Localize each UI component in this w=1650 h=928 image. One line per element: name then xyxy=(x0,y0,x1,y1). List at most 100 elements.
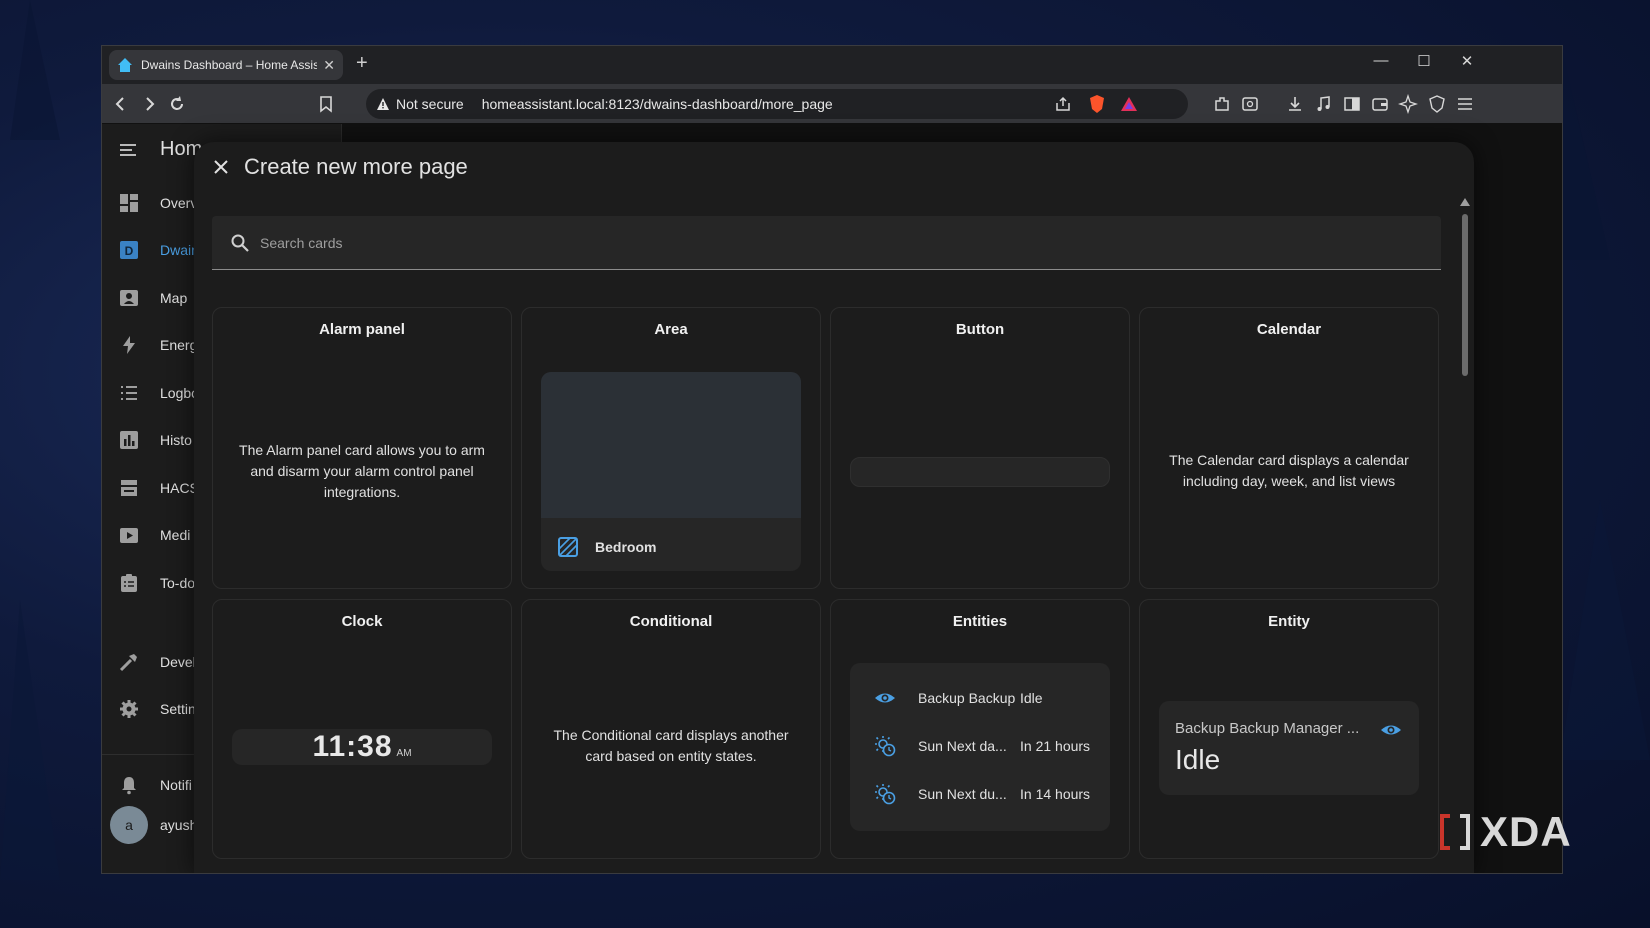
texture-box-icon xyxy=(558,537,578,557)
sidebar-item-hacs[interactable]: HACS xyxy=(118,473,199,503)
eye-icon xyxy=(1381,725,1401,735)
tab-close-icon[interactable]: ✕ xyxy=(323,57,335,74)
forward-icon[interactable] xyxy=(139,94,159,114)
title-bar: Dwains Dashboard – Home Assis ✕ + — ☐ ✕ xyxy=(102,46,1562,84)
area-name: Bedroom xyxy=(595,539,657,555)
card-title: Entities xyxy=(952,613,1008,630)
card-description: The Conditional card displays another ca… xyxy=(553,727,789,764)
sidebar-item-label: Map xyxy=(160,290,188,306)
brave-shields-icon[interactable] xyxy=(1088,94,1106,117)
browser-window: Dwains Dashboard – Home Assis ✕ + — ☐ ✕ … xyxy=(101,45,1563,874)
scrollbar-thumb[interactable] xyxy=(1462,214,1468,376)
card-option-entity[interactable]: Entity Backup Backup Manager ... Idle xyxy=(1139,599,1439,859)
dialog-title: Create new more page xyxy=(244,154,468,179)
hacs-icon xyxy=(121,480,137,496)
reload-icon[interactable] xyxy=(167,94,187,114)
area-image-placeholder xyxy=(541,372,801,518)
sidebar-item-energy[interactable]: Energ xyxy=(118,330,197,360)
card-option-button[interactable]: Button xyxy=(830,307,1130,589)
button-card-preview xyxy=(850,457,1110,487)
sun-clock-icon xyxy=(875,784,896,805)
bell-icon xyxy=(122,777,136,795)
sidebar-item-settings[interactable]: Settin xyxy=(118,694,196,724)
url-text: homeassistant.local:8123/dwains-dashboar… xyxy=(481,96,833,112)
leo-ai-icon[interactable] xyxy=(1397,93,1419,115)
wallet-icon[interactable] xyxy=(1370,94,1390,114)
entity-name: Backup Backup Manager ... xyxy=(1175,720,1360,737)
sidebar-item-todo[interactable]: To-do xyxy=(118,568,195,598)
sidebar-item-label: To-do xyxy=(160,575,196,591)
card-title: Button xyxy=(955,321,1005,338)
share-icon[interactable] xyxy=(1054,95,1072,116)
download-icon[interactable] xyxy=(1285,94,1305,114)
entity-row: Backup Backup Ma... Idle xyxy=(874,684,1096,712)
vpn-icon[interactable] xyxy=(1427,94,1447,114)
sidebar-item-label: Energ xyxy=(160,337,198,353)
sidebar-item-developer[interactable]: Devel xyxy=(118,647,196,677)
card-option-calendar[interactable]: Calendar The Calendar card displays a ca… xyxy=(1139,307,1439,589)
not-secure-indicator[interactable]: Not secure xyxy=(376,96,464,112)
sidebar-user[interactable]: a ayush xyxy=(110,805,197,845)
gear-icon xyxy=(120,700,138,718)
search-input[interactable] xyxy=(260,234,1260,251)
close-window-button[interactable]: ✕ xyxy=(1452,52,1482,70)
card-title: Area xyxy=(654,321,688,338)
new-tab-button[interactable]: + xyxy=(356,52,368,75)
entity-row: Sun Next da... In 21 hours xyxy=(874,732,1096,760)
hamburger-menu-icon[interactable] xyxy=(118,140,138,160)
sidebar-item-history[interactable]: Histo xyxy=(118,425,192,455)
card-option-clock[interactable]: Clock 11:38 AM xyxy=(212,599,512,859)
back-icon[interactable] xyxy=(111,94,131,114)
search-field[interactable] xyxy=(212,216,1441,270)
minimize-button[interactable]: — xyxy=(1366,52,1396,69)
sidebar-item-notifications[interactable]: Notifi xyxy=(118,770,192,800)
avatar: a xyxy=(110,806,148,844)
browser-toolbar: Not secure homeassistant.local:8123/dwai… xyxy=(102,84,1562,124)
sidebar-item-overview[interactable]: Overv xyxy=(118,188,197,218)
sidebar-item-map[interactable]: Map xyxy=(118,283,187,313)
extensions-icon[interactable] xyxy=(1212,94,1232,114)
brave-rewards-icon[interactable] xyxy=(1120,95,1138,116)
home-assistant-favicon-icon xyxy=(118,58,132,72)
sidebar-item-dwains[interactable]: D Dwain xyxy=(118,235,199,265)
scroll-up-arrow-icon[interactable] xyxy=(1460,198,1470,206)
media-icon[interactable] xyxy=(1314,94,1334,114)
watermark-text: XDA xyxy=(1480,808,1572,855)
entities-card-preview: Backup Backup Ma... Idle Sun Next da... … xyxy=(850,663,1110,831)
card-title: Calendar xyxy=(1256,321,1322,338)
browser-menu-icon[interactable] xyxy=(1455,94,1475,114)
xda-logo-icon xyxy=(1440,814,1470,850)
card-option-entities[interactable]: Entities Backup Backup Ma... Idle Sun Ne… xyxy=(830,599,1130,859)
entity-name: Sun Next du... xyxy=(918,786,1007,802)
card-option-area[interactable]: Area Bedroom xyxy=(521,307,821,589)
sidebar-item-media[interactable]: Medi xyxy=(118,520,190,550)
card-title: Alarm panel xyxy=(319,321,405,338)
sidebar-toggle-icon[interactable] xyxy=(1342,94,1362,114)
entity-name: Backup Backup Ma... xyxy=(918,690,1020,706)
list-icon xyxy=(121,386,137,400)
map-person-icon xyxy=(120,290,138,306)
card-option-alarm-panel[interactable]: Alarm panel The Alarm panel card allows … xyxy=(212,307,512,589)
bookmark-icon[interactable] xyxy=(316,94,336,114)
clipboard-list-icon xyxy=(121,574,137,592)
close-icon[interactable] xyxy=(212,158,230,176)
card-title: Clock xyxy=(341,613,383,630)
svg-text:D: D xyxy=(125,244,134,258)
entity-state: Idle xyxy=(1020,690,1043,706)
wallet-extension-icon[interactable] xyxy=(1240,94,1260,114)
maximize-button[interactable]: ☐ xyxy=(1409,52,1439,70)
view-dashboard-icon xyxy=(120,194,138,212)
card-option-conditional[interactable]: Conditional The Conditional card display… xyxy=(521,599,821,859)
sidebar-item-label: Settin xyxy=(160,701,196,717)
sidebar-item-label: Histo xyxy=(160,432,192,448)
address-bar[interactable]: Not secure homeassistant.local:8123/dwai… xyxy=(366,89,1188,119)
browser-tab[interactable]: Dwains Dashboard – Home Assis ✕ xyxy=(109,50,343,80)
tab-title: Dwains Dashboard – Home Assis xyxy=(141,58,318,72)
card-title: Entity xyxy=(1268,613,1310,630)
dialog-scrollbar[interactable] xyxy=(1460,198,1470,873)
chart-box-icon xyxy=(120,431,138,449)
sidebar-header: Hom xyxy=(118,138,202,161)
sidebar-item-logbook[interactable]: Logbo xyxy=(118,378,199,408)
entity-state: In 21 hours xyxy=(1020,738,1091,754)
hammer-icon xyxy=(119,654,137,672)
